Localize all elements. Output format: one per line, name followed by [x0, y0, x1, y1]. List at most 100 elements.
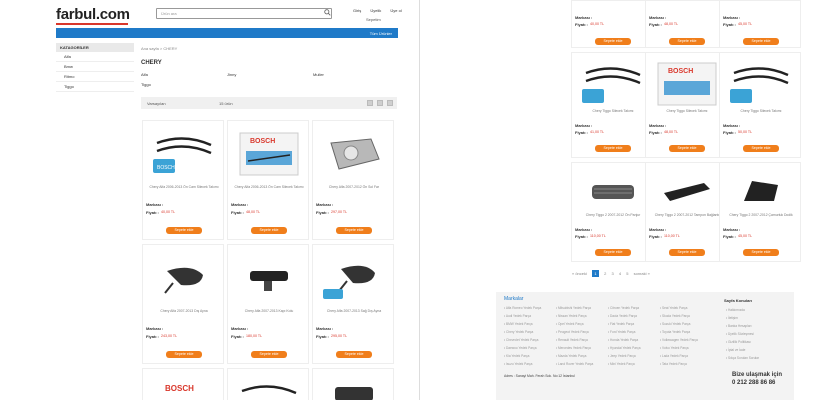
cart-link[interactable]: Sepetim: [366, 17, 381, 22]
add-to-cart-button[interactable]: Sepete ekle: [336, 351, 372, 358]
add-to-cart-button[interactable]: Sepete ekle: [669, 38, 705, 45]
add-to-cart-button[interactable]: Sepete ekle: [595, 145, 631, 152]
product-name[interactable]: Chery Tiggo Silecek Takımı: [723, 109, 799, 113]
product-name[interactable]: Chery Alfa 2006-2013 Ön Cam Silecek Takı…: [146, 185, 222, 189]
product-name[interactable]: Chery Tiggo 2 2007-2012 Tampon Bağlantı: [649, 213, 725, 217]
product-card[interactable]: Chery Tiggo 2 2007-2012 Tampon Bağlantı …: [645, 162, 727, 262]
footer-link[interactable]: • Banka Hesapları: [726, 324, 752, 328]
footer-link[interactable]: • Kia Yedek Parça: [504, 354, 529, 358]
page-link[interactable]: 3: [612, 271, 614, 276]
add-to-cart-button[interactable]: Sepete ekle: [166, 227, 202, 234]
product-name[interactable]: Chery Tiggo 2 2007-2012 Çamurluk Dodik: [723, 213, 799, 217]
product-name[interactable]: Chery Tiggo Silecek Takımı: [575, 109, 651, 113]
list-view-icon[interactable]: [377, 100, 383, 106]
product-card[interactable]: [312, 368, 394, 400]
next-page-link[interactable]: sonraki »: [634, 271, 650, 276]
product-name[interactable]: Chery Alfa 2007-2013 Sağ Dış Ayna: [316, 309, 392, 313]
product-card[interactable]: BOSCH Chery Alfa 2006-2013 Ön Cam Silece…: [142, 120, 224, 240]
add-to-cart-button[interactable]: Sepete ekle: [166, 351, 202, 358]
subcategory-link[interactable]: Jinny: [227, 72, 236, 77]
footer-link[interactable]: • Daewoo Yedek Parça: [504, 346, 536, 350]
site-logo[interactable]: farbul.com: [56, 6, 130, 23]
add-to-cart-button[interactable]: Sepete ekle: [251, 351, 287, 358]
product-card[interactable]: BOSCH: [142, 368, 224, 400]
breadcrumb[interactable]: Ana sayfa > CHERY: [141, 46, 177, 51]
footer-link[interactable]: • Chevrolet Yedek Parça: [504, 338, 538, 342]
add-to-cart-button[interactable]: Sepete ekle: [743, 38, 779, 45]
product-name[interactable]: Chery Tiggo Silecek Takımı: [649, 109, 725, 113]
footer-link[interactable]: • Gizlilik Politikası: [726, 340, 751, 344]
footer-link[interactable]: • Seat Yedek Parça: [660, 306, 687, 310]
add-to-cart-button[interactable]: Sepete ekle: [669, 145, 705, 152]
product-name[interactable]: Chery Alfa 2007-2012 Ön Sol Far: [316, 185, 392, 189]
page-link[interactable]: 5: [626, 271, 628, 276]
product-card[interactable]: Chery Tiggo Silecek Takımı Markası : Fiy…: [719, 52, 801, 158]
footer-link[interactable]: • Land Rover Yedek Parça: [556, 362, 593, 366]
product-card[interactable]: Markası : Fiyatı : 40,00 TL Sepete ekle: [571, 0, 653, 48]
page-link-current[interactable]: 1: [592, 270, 600, 277]
product-card[interactable]: Chery Tiggo 2 2007-2012 Ön Panjur Markas…: [571, 162, 653, 262]
add-to-cart-button[interactable]: Sepete ekle: [251, 227, 287, 234]
footer-link[interactable]: • İletişim: [726, 316, 738, 320]
footer-link[interactable]: • Üyelik Sözleşmesi: [726, 332, 754, 336]
sort-select[interactable]: Varsayılan: [147, 101, 166, 106]
all-products-link[interactable]: Tüm Ürünler: [370, 31, 392, 36]
footer-link[interactable]: • Chery Yedek Parça: [504, 330, 533, 334]
footer-link[interactable]: • Ford Yedek Parça: [608, 330, 635, 334]
footer-link[interactable]: • Hyundai Yedek Parça: [608, 346, 640, 350]
product-card[interactable]: BOSCH Chery Tiggo Silecek Takımı Markası…: [645, 52, 727, 158]
footer-link[interactable]: • Isuzu Yedek Parça: [504, 362, 532, 366]
product-card[interactable]: [227, 368, 309, 400]
contact-phone[interactable]: 0 212 288 86 86: [732, 380, 775, 386]
add-to-cart-button[interactable]: Sepete ekle: [595, 38, 631, 45]
add-to-cart-button[interactable]: Sepete ekle: [669, 249, 705, 256]
product-name[interactable]: Chery Alfa 2006-2013 Ön Cam Silecek Takı…: [231, 185, 307, 189]
subcategory-link[interactable]: Tiggo: [141, 82, 151, 87]
product-card[interactable]: BOSCH Chery Alfa 2006-2013 Ön Cam Silece…: [227, 120, 309, 240]
footer-link[interactable]: • Fiat Yedek Parça: [608, 322, 634, 326]
product-card[interactable]: Markası : Fiyatı : 45,00 TL Sepete ekle: [719, 0, 801, 48]
product-name[interactable]: Chery Tiggo 2 2007-2012 Ön Panjur: [575, 213, 651, 217]
product-card[interactable]: Chery Alfa 2007-2013 Sağ Dış Ayna Markas…: [312, 244, 394, 364]
footer-link[interactable]: • Nissan Yedek Parça: [556, 314, 587, 318]
footer-link[interactable]: • Honda Yedek Parça: [608, 338, 638, 342]
product-card[interactable]: Chery Tiggo Silecek Takımı Markası : Fiy…: [571, 52, 653, 158]
search-input[interactable]: Ürün ara: [156, 8, 332, 19]
add-to-cart-button[interactable]: Sepete ekle: [595, 249, 631, 256]
page-link[interactable]: 2: [604, 271, 606, 276]
footer-link[interactable]: • Lada Yedek Parça: [660, 354, 688, 358]
grid-view-icon[interactable]: [367, 100, 373, 106]
subcategory-link[interactable]: Muller: [313, 72, 324, 77]
footer-link[interactable]: • Suzuki Yedek Parça: [660, 322, 690, 326]
search-icon[interactable]: [324, 9, 331, 16]
footer-link[interactable]: • Alfa Romeo Yedek Parça: [504, 306, 541, 310]
product-name[interactable]: Chery Alfa 2007-2013 Dış Ayna: [146, 309, 222, 313]
subcategory-link[interactable]: Alfa: [141, 72, 148, 77]
footer-link[interactable]: • Volvo Yedek Parça: [660, 346, 689, 350]
footer-link[interactable]: • Mitsubishi Yedek Parça: [556, 306, 591, 310]
sidebar-item-bmw[interactable]: Bmw: [56, 62, 134, 72]
footer-link[interactable]: • Sıkça Sorulan Sorular: [726, 356, 759, 360]
footer-link[interactable]: • Mercedes Yedek Parça: [556, 346, 591, 350]
membership-link[interactable]: Üyelik: [370, 8, 381, 13]
compact-view-icon[interactable]: [387, 100, 393, 106]
footer-link[interactable]: • Renault Yedek Parça: [556, 338, 588, 342]
footer-link[interactable]: • Mini Yedek Parça: [608, 362, 635, 366]
add-to-cart-button[interactable]: Sepete ekle: [743, 145, 779, 152]
add-to-cart-button[interactable]: Sepete ekle: [743, 249, 779, 256]
page-link[interactable]: 4: [619, 271, 621, 276]
footer-link[interactable]: • Citroen Yedek Parça: [608, 306, 639, 310]
footer-link[interactable]: • Peugeot Yedek Parça: [556, 330, 589, 334]
footer-link[interactable]: • Volkswagen Yedek Parça: [660, 338, 698, 342]
footer-link[interactable]: • Dacia Yedek Parça: [608, 314, 637, 318]
footer-link[interactable]: • BMW Yedek Parça: [504, 322, 533, 326]
footer-link[interactable]: • İptal ve İade: [726, 348, 745, 352]
footer-link[interactable]: • Tata Yedek Parça: [660, 362, 687, 366]
prev-page-link[interactable]: « önceki: [572, 271, 587, 276]
login-link[interactable]: Giriş: [353, 8, 361, 13]
per-page-select[interactable]: 15 ürün: [219, 101, 233, 106]
product-card[interactable]: Markası : Fiyatı : 48,00 TL Sepete ekle: [645, 0, 727, 48]
footer-link[interactable]: • Mazda Yedek Parça: [556, 354, 586, 358]
footer-link[interactable]: • Jeep Yedek Parça: [608, 354, 636, 358]
footer-link[interactable]: • Hakkımızda: [726, 308, 745, 312]
